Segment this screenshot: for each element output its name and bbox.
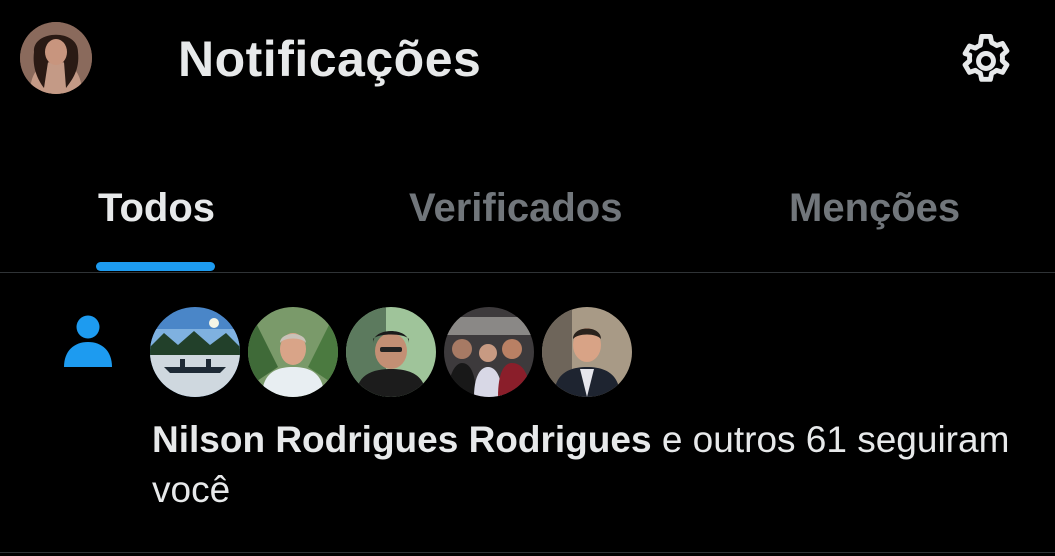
man-smiling-avatar[interactable] [248,307,338,397]
top-bar: Notificações [0,0,1055,120]
notification-tabs: Todos Verificados Menções [0,150,1055,273]
man-in-suit-avatar[interactable] [542,307,632,397]
lake-canoe-avatar[interactable] [150,307,240,397]
follower-name[interactable]: Nilson Rodrigues Rodrigues [152,419,652,460]
divider [0,552,1055,553]
tab-verificados[interactable]: Verificados [409,186,622,231]
profile-avatar[interactable] [20,22,92,94]
tab-mencoes[interactable]: Menções [789,186,960,231]
notification-text: Nilson Rodrigues Rodrigues e outros 61 s… [152,415,1012,515]
person-follow-icon [60,311,116,367]
man-with-cap-avatar[interactable] [346,307,436,397]
follow-notification[interactable]: Nilson Rodrigues Rodrigues e outros 61 s… [0,273,1055,553]
tab-todos[interactable]: Todos [98,186,215,231]
group-selfie-avatar[interactable] [444,307,534,397]
page-title: Notificações [178,31,482,87]
gear-icon[interactable] [955,30,1017,92]
active-tab-indicator [96,262,215,271]
